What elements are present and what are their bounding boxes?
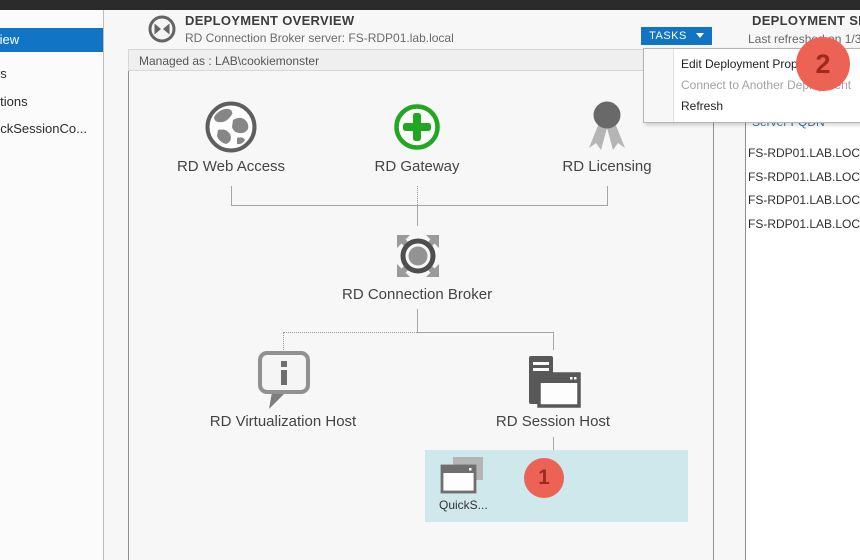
rd-gateway-label: RD Gateway [342, 158, 492, 175]
table-row[interactable]: FS-RDP01.LAB.LOCAL [748, 217, 860, 231]
window-chrome-strip [0, 0, 860, 10]
rds-deployment-icon [147, 14, 177, 44]
menu-item-refresh[interactable]: Refresh [644, 96, 860, 117]
connector-broker-top [417, 205, 418, 226]
tasks-button[interactable]: TASKS [641, 27, 712, 45]
right-panel-title: DEPLOYMENT SERVERS [752, 13, 860, 28]
table-row[interactable]: FS-RDP01.LAB.LOCAL [748, 170, 860, 184]
connector-sessionhost [553, 332, 554, 350]
page-title: DEPLOYMENT OVERVIEW [185, 13, 354, 28]
main-tile-border-left [128, 49, 129, 560]
connector-bottom-bracket-left-dotted [283, 332, 417, 333]
server-manager-rds-overview: Overview Servers Collections QuickSessio… [0, 0, 860, 560]
tasks-button-label: TASKS [649, 30, 687, 42]
annotation-badge-1: 1 [524, 458, 564, 498]
quick-session-collection-label: QuickS... [439, 498, 488, 512]
sidebar-divider [103, 10, 104, 560]
table-row[interactable]: FS-RDP01.LAB.LOCAL [748, 193, 860, 207]
sidebar-item-quicksessioncollection[interactable]: QuickSessionCo... [0, 117, 103, 141]
rd-licensing-label: RD Licensing [532, 158, 682, 175]
rd-connection-broker-label: RD Connection Broker [342, 286, 492, 303]
managed-as-bar: Managed as : LAB\cookiemonster [128, 49, 712, 71]
rd-session-host-icon[interactable] [527, 354, 581, 413]
sidebar-item-label: QuickSessionCo... [0, 117, 87, 141]
rd-web-access-label: RD Web Access [156, 158, 306, 175]
connector-bottom-bracket-right [417, 332, 553, 333]
sidebar-item-label: Collections [0, 90, 28, 114]
sidebar-item-label: Overview [0, 28, 19, 52]
main-tile-border-right [713, 49, 714, 560]
rd-session-host-label: RD Session Host [478, 413, 628, 430]
rd-gateway-add-icon[interactable] [392, 102, 442, 157]
connector-webaccess [231, 186, 232, 205]
sidebar-item-collections[interactable]: Collections [0, 90, 103, 114]
sidebar: Overview Servers Collections QuickSessio… [0, 10, 103, 560]
connector-top-bracket [231, 205, 608, 206]
chevron-down-icon [696, 33, 704, 38]
rd-licensing-icon[interactable] [587, 98, 627, 161]
sidebar-item-label: Servers [0, 62, 7, 86]
sidebar-item-overview[interactable]: Overview [0, 28, 103, 52]
session-collection-icon [440, 457, 486, 500]
connector-broker-bottom [417, 309, 418, 332]
connector-gateway-dotted [417, 186, 418, 205]
rd-virtualization-host-label: RD Virtualization Host [203, 413, 363, 430]
sidebar-item-servers[interactable]: Servers [0, 62, 103, 86]
connector-collection [553, 437, 554, 450]
rd-virtualization-host-icon[interactable] [255, 350, 313, 417]
rd-connection-broker-icon[interactable] [387, 225, 449, 292]
connector-licensing [607, 186, 608, 205]
annotation-badge-2: 2 [796, 37, 850, 91]
table-row[interactable]: FS-RDP01.LAB.LOCAL [748, 146, 860, 160]
connector-virtualizationhost-dotted [283, 332, 284, 350]
page-subtitle: RD Connection Broker server: FS-RDP01.la… [185, 31, 454, 45]
rd-web-access-icon[interactable] [204, 100, 258, 159]
